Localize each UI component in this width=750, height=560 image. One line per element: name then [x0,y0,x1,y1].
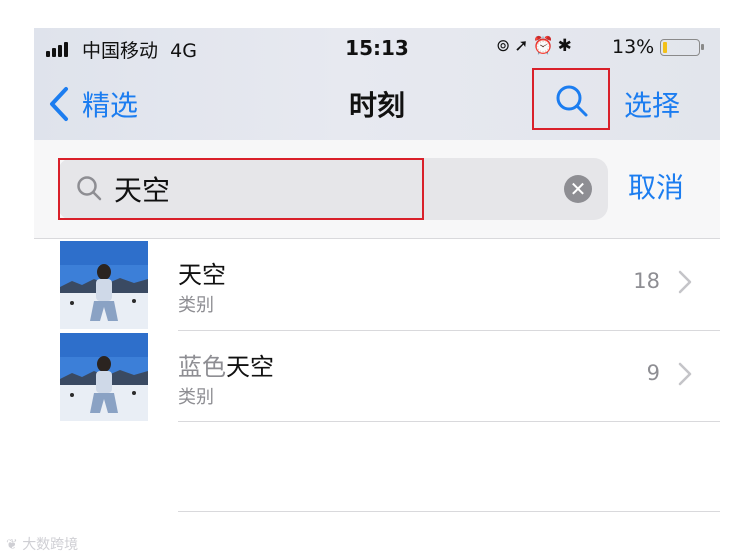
battery-icon [660,39,704,56]
result-title-prefix: 蓝色 [178,353,226,381]
chevron-right-icon [678,270,692,294]
cancel-button[interactable]: 取消 [628,166,684,206]
result-thumbnail [60,333,148,421]
alarm-icon: ⏰ [532,36,558,56]
separator [178,511,720,512]
search-row: ✕ 取消 [34,140,720,239]
clear-icon[interactable]: ✕ [564,175,592,203]
search-icon [556,85,588,117]
select-button[interactable]: 选择 [624,84,680,124]
battery-fill [663,42,667,53]
search-button[interactable] [532,68,610,130]
search-highlight-box [58,158,424,220]
list-item[interactable]: 天空 类别 18 [34,239,720,331]
battery-cap [701,44,704,50]
watermark-text: 大数跨境 [22,537,79,553]
status-icons: ⊚➚⏰✱ [496,36,576,56]
navigation-bar: 精选 时刻 选择 [34,68,720,136]
result-subtitle: 类别 [178,295,214,316]
separator [178,421,720,422]
chevron-right-icon [678,362,692,386]
result-title: 天空 [178,255,226,290]
result-title-match: 天空 [178,261,226,289]
screen-rotation-lock-icon: ⊚ [496,36,515,56]
result-title: 蓝色天空 [178,347,274,382]
battery-percent: 13% [612,36,655,58]
list-item[interactable]: 蓝色天空 类别 9 [34,331,720,423]
result-title-match: 天空 [226,353,274,381]
result-count: 9 [646,361,660,385]
watermark: ❦ 大数跨境 [6,534,78,554]
result-thumbnail [60,241,148,329]
result-count: 18 [633,269,660,293]
phone-screen: 中国移动 4G 15:13 ⊚➚⏰✱ 13% 精选 时刻 选择 天空 ✕ 取消 … [34,28,720,560]
location-arrow-icon: ➚ [514,36,533,56]
watermark-logo-icon: ❦ [6,537,18,553]
bluetooth-icon: ✱ [557,36,576,56]
top-bar: 中国移动 4G 15:13 ⊚➚⏰✱ 13% 精选 时刻 选择 [34,28,720,140]
result-subtitle: 类别 [178,387,214,408]
page-title: 时刻 [348,89,405,122]
status-bar: 中国移动 4G 15:13 ⊚➚⏰✱ 13% [34,28,720,68]
